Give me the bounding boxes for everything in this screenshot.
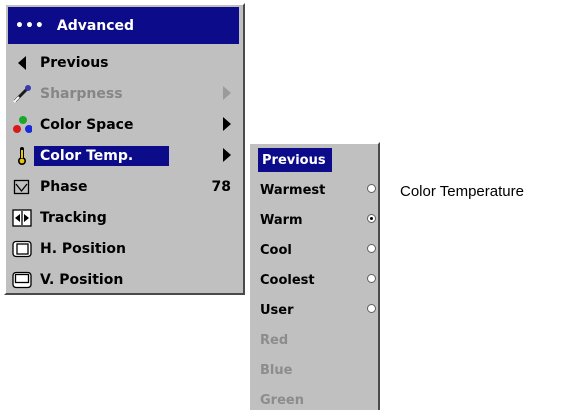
phase-value: 78 [211, 178, 231, 195]
submenu-item-label: Red [260, 332, 289, 348]
menu-item-label: H. Position [40, 240, 126, 257]
submenu-item-label: Cool [260, 242, 292, 258]
menu-item-color-space[interactable]: Color Space [8, 111, 239, 138]
menu-item-label: Tracking [40, 209, 107, 226]
submenu-item-label: User [260, 302, 294, 318]
menu-item-label: V. Position [40, 271, 124, 288]
submenu-arrow-icon [223, 86, 231, 100]
menu-item-sharpness[interactable]: Sharpness [8, 80, 239, 107]
h-position-icon [12, 239, 32, 259]
submenu-item-user[interactable]: User [258, 298, 376, 322]
menu-item-label: Phase [40, 178, 88, 195]
submenu-item-cool[interactable]: Cool [258, 238, 376, 262]
submenu-item-label: Blue [260, 362, 293, 378]
phase-icon [12, 177, 32, 197]
color-space-icon [12, 115, 32, 135]
menu-item-label: Color Space [40, 116, 134, 133]
submenu-item-coolest[interactable]: Coolest [258, 268, 376, 292]
menu-item-h-position[interactable]: H. Position [8, 235, 239, 262]
previous-icon [12, 53, 32, 73]
submenu-item-label: Green [260, 392, 304, 408]
submenu-item-previous[interactable]: Previous [258, 148, 332, 172]
menu-dots-icon: ••• [15, 17, 45, 34]
menu-item-label: Sharpness [40, 85, 123, 102]
menu-item-previous[interactable]: Previous [8, 49, 239, 76]
submenu-item-warmest[interactable]: Warmest [258, 178, 376, 202]
menu-title-bar: ••• Advanced [8, 7, 239, 44]
sharpness-icon [12, 84, 32, 104]
submenu-item-label: Warm [260, 212, 303, 228]
submenu-item-green[interactable]: Green [258, 388, 376, 412]
submenu-item-label: Previous [262, 152, 326, 168]
radio-button[interactable] [367, 244, 376, 253]
submenu-arrow-icon [223, 117, 231, 131]
color-temp-submenu: Previous Warmest Warm Cool Coolest User … [248, 142, 380, 410]
radio-button[interactable] [367, 304, 376, 313]
menu-item-label: Previous [40, 54, 109, 71]
submenu-arrow-icon [223, 148, 231, 162]
color-temp-icon [12, 146, 32, 166]
radio-button[interactable] [367, 274, 376, 283]
tracking-icon [12, 208, 32, 228]
menu-item-color-temp[interactable]: Color Temp. [8, 142, 239, 169]
submenu-item-blue[interactable]: Blue [258, 358, 376, 382]
submenu-item-red[interactable]: Red [258, 328, 376, 352]
menu-item-label: Color Temp. [34, 145, 170, 166]
radio-button[interactable] [367, 184, 376, 193]
submenu-item-label: Warmest [260, 182, 326, 198]
v-position-icon [12, 270, 32, 290]
menu-title: Advanced [56, 17, 135, 34]
menu-item-v-position[interactable]: V. Position [8, 266, 239, 293]
menu-item-phase[interactable]: Phase 78 [8, 173, 239, 200]
menu-item-tracking[interactable]: Tracking [8, 204, 239, 231]
caption-label: Color Temperature [400, 183, 524, 200]
radio-button-checked[interactable] [367, 214, 376, 223]
submenu-item-warm[interactable]: Warm [258, 208, 376, 232]
submenu-item-label: Coolest [260, 272, 315, 288]
